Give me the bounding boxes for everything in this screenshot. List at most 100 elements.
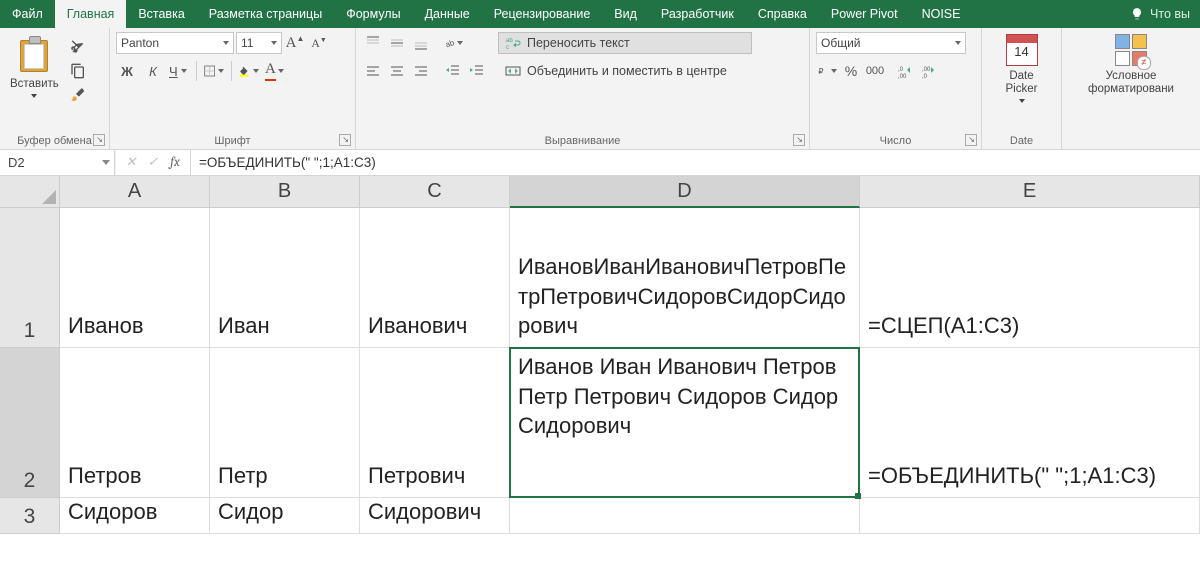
number-format-combo[interactable]: Общий	[816, 32, 966, 54]
tab-noise[interactable]: NOISE	[910, 0, 973, 28]
tab-help[interactable]: Справка	[746, 0, 819, 28]
increase-decimal-button[interactable]: ,0,00	[894, 60, 916, 82]
cell-C2[interactable]: Петрович	[360, 348, 510, 498]
group-number: Общий ₽ % 000 ,0,00 ,00,0 Число ↘	[810, 28, 982, 149]
accept-formula-button[interactable]: ✓	[144, 155, 162, 170]
svg-text:,00: ,00	[922, 67, 931, 73]
align-top-button[interactable]	[362, 32, 384, 54]
format-painter-button[interactable]	[67, 84, 89, 106]
cell-E3[interactable]	[860, 498, 1200, 534]
name-box[interactable]: D2	[0, 150, 115, 176]
fill-color-button[interactable]	[238, 60, 260, 82]
indent-icon	[469, 63, 485, 79]
font-launcher[interactable]: ↘	[339, 134, 351, 146]
font-size-combo[interactable]: 11	[236, 32, 282, 54]
borders-icon	[204, 63, 215, 79]
number-launcher[interactable]: ↘	[965, 134, 977, 146]
orientation-button[interactable]: ab	[442, 32, 464, 54]
underline-button[interactable]: Ч	[168, 60, 190, 82]
col-header-D[interactable]: D	[510, 176, 860, 208]
conditional-formatting-button[interactable]: Условное форматировани	[1068, 32, 1194, 98]
row-header-2[interactable]: 2	[0, 348, 60, 498]
copy-icon	[70, 63, 86, 79]
group-clipboard: Вставить Буфер обмена ↘	[0, 28, 110, 149]
svg-text:,0: ,0	[922, 74, 928, 79]
clipboard-launcher[interactable]: ↘	[93, 134, 105, 146]
cell-C1[interactable]: Иванович	[360, 208, 510, 348]
ribbon: Вставить Буфер обмена ↘ Pa	[0, 28, 1200, 150]
tab-file[interactable]: Файл	[0, 0, 55, 28]
italic-button[interactable]: К	[142, 60, 164, 82]
group-label-number: Число ↘	[816, 133, 975, 147]
select-all-corner[interactable]	[0, 176, 60, 208]
align-right-icon	[413, 63, 429, 79]
tab-formulas[interactable]: Формулы	[334, 0, 412, 28]
formula-bar: D2 ✕ ✓ fx	[0, 150, 1200, 176]
alignment-launcher[interactable]: ↘	[793, 134, 805, 146]
increase-font-button[interactable]: A▲	[284, 32, 306, 54]
wrap-text-button[interactable]: abc Переносить текст	[498, 32, 752, 54]
cut-button[interactable]	[67, 36, 89, 58]
tab-developer[interactable]: Разработчик	[649, 0, 746, 28]
borders-button[interactable]	[203, 60, 225, 82]
wrap-text-icon: abc	[505, 35, 521, 51]
tab-review[interactable]: Рецензирование	[482, 0, 603, 28]
row-header-3[interactable]: 3	[0, 498, 60, 534]
align-right-button[interactable]	[410, 60, 432, 82]
orientation-icon: ab	[443, 35, 454, 51]
font-color-button[interactable]: A	[264, 60, 286, 82]
currency-icon: ₽	[817, 63, 828, 79]
col-header-B[interactable]: B	[210, 176, 360, 208]
col-header-A[interactable]: A	[60, 176, 210, 208]
paste-button[interactable]: Вставить	[6, 32, 63, 100]
decrease-indent-button[interactable]	[442, 60, 464, 82]
cell-B2[interactable]: Петр	[210, 348, 360, 498]
cell-D3[interactable]	[510, 498, 860, 534]
align-bottom-button[interactable]	[410, 32, 432, 54]
tell-me-search[interactable]: Что вы	[1120, 0, 1200, 28]
comma-format-button[interactable]: 000	[864, 60, 886, 82]
svg-text:c: c	[506, 45, 509, 51]
tab-data[interactable]: Данные	[413, 0, 482, 28]
tab-view[interactable]: Вид	[602, 0, 649, 28]
svg-text:ab: ab	[444, 38, 454, 50]
cell-E1[interactable]: =СЦЕП(А1:С3)	[860, 208, 1200, 348]
copy-button[interactable]	[67, 60, 89, 82]
cell-C3[interactable]: Сидорович	[360, 498, 510, 534]
row-header-1[interactable]: 1	[0, 208, 60, 348]
tab-insert[interactable]: Вставка	[126, 0, 196, 28]
cell-D1[interactable]: ИвановИванИвановичПетровПетрПетровичСидо…	[510, 208, 860, 348]
align-middle-icon	[389, 35, 405, 51]
increase-indent-button[interactable]	[466, 60, 488, 82]
date-picker-button[interactable]: 14 Date Picker	[988, 32, 1055, 105]
align-middle-button[interactable]	[386, 32, 408, 54]
merge-center-button[interactable]: Объединить и поместить в центре	[498, 60, 752, 82]
cancel-formula-button[interactable]: ✕	[122, 155, 140, 170]
align-left-button[interactable]	[362, 60, 384, 82]
cell-E2[interactable]: =ОБЪЕДИНИТЬ(" ";1;А1:С3)	[860, 348, 1200, 498]
col-header-E[interactable]: E	[860, 176, 1200, 208]
cell-A1[interactable]: Иванов	[60, 208, 210, 348]
dec-decimal-icon: ,00,0	[921, 63, 937, 79]
cell-A2[interactable]: Петров	[60, 348, 210, 498]
tab-page-layout[interactable]: Разметка страницы	[197, 0, 334, 28]
worksheet-grid[interactable]: A B C D E 1 Иванов Иван Иванович ИвановИ…	[0, 176, 1200, 534]
insert-function-button[interactable]: fx	[166, 155, 184, 170]
decrease-font-button[interactable]: A▼	[308, 32, 330, 54]
decrease-decimal-button[interactable]: ,00,0	[918, 60, 940, 82]
align-center-icon	[389, 63, 405, 79]
font-name-combo[interactable]: Panton	[116, 32, 234, 54]
formula-input[interactable]	[191, 150, 1200, 175]
group-date: 14 Date Picker Date	[982, 28, 1062, 149]
cell-A3[interactable]: Сидоров	[60, 498, 210, 534]
cell-B3[interactable]: Сидор	[210, 498, 360, 534]
accounting-format-button[interactable]: ₽	[816, 60, 838, 82]
tab-power-pivot[interactable]: Power Pivot	[819, 0, 910, 28]
col-header-C[interactable]: C	[360, 176, 510, 208]
bold-button[interactable]: Ж	[116, 60, 138, 82]
cell-B1[interactable]: Иван	[210, 208, 360, 348]
align-center-button[interactable]	[386, 60, 408, 82]
tab-home[interactable]: Главная	[55, 0, 127, 28]
cell-D2[interactable]: Иванов Иван Иванович Петров Петр Петрови…	[510, 348, 860, 498]
percent-format-button[interactable]: %	[840, 60, 862, 82]
